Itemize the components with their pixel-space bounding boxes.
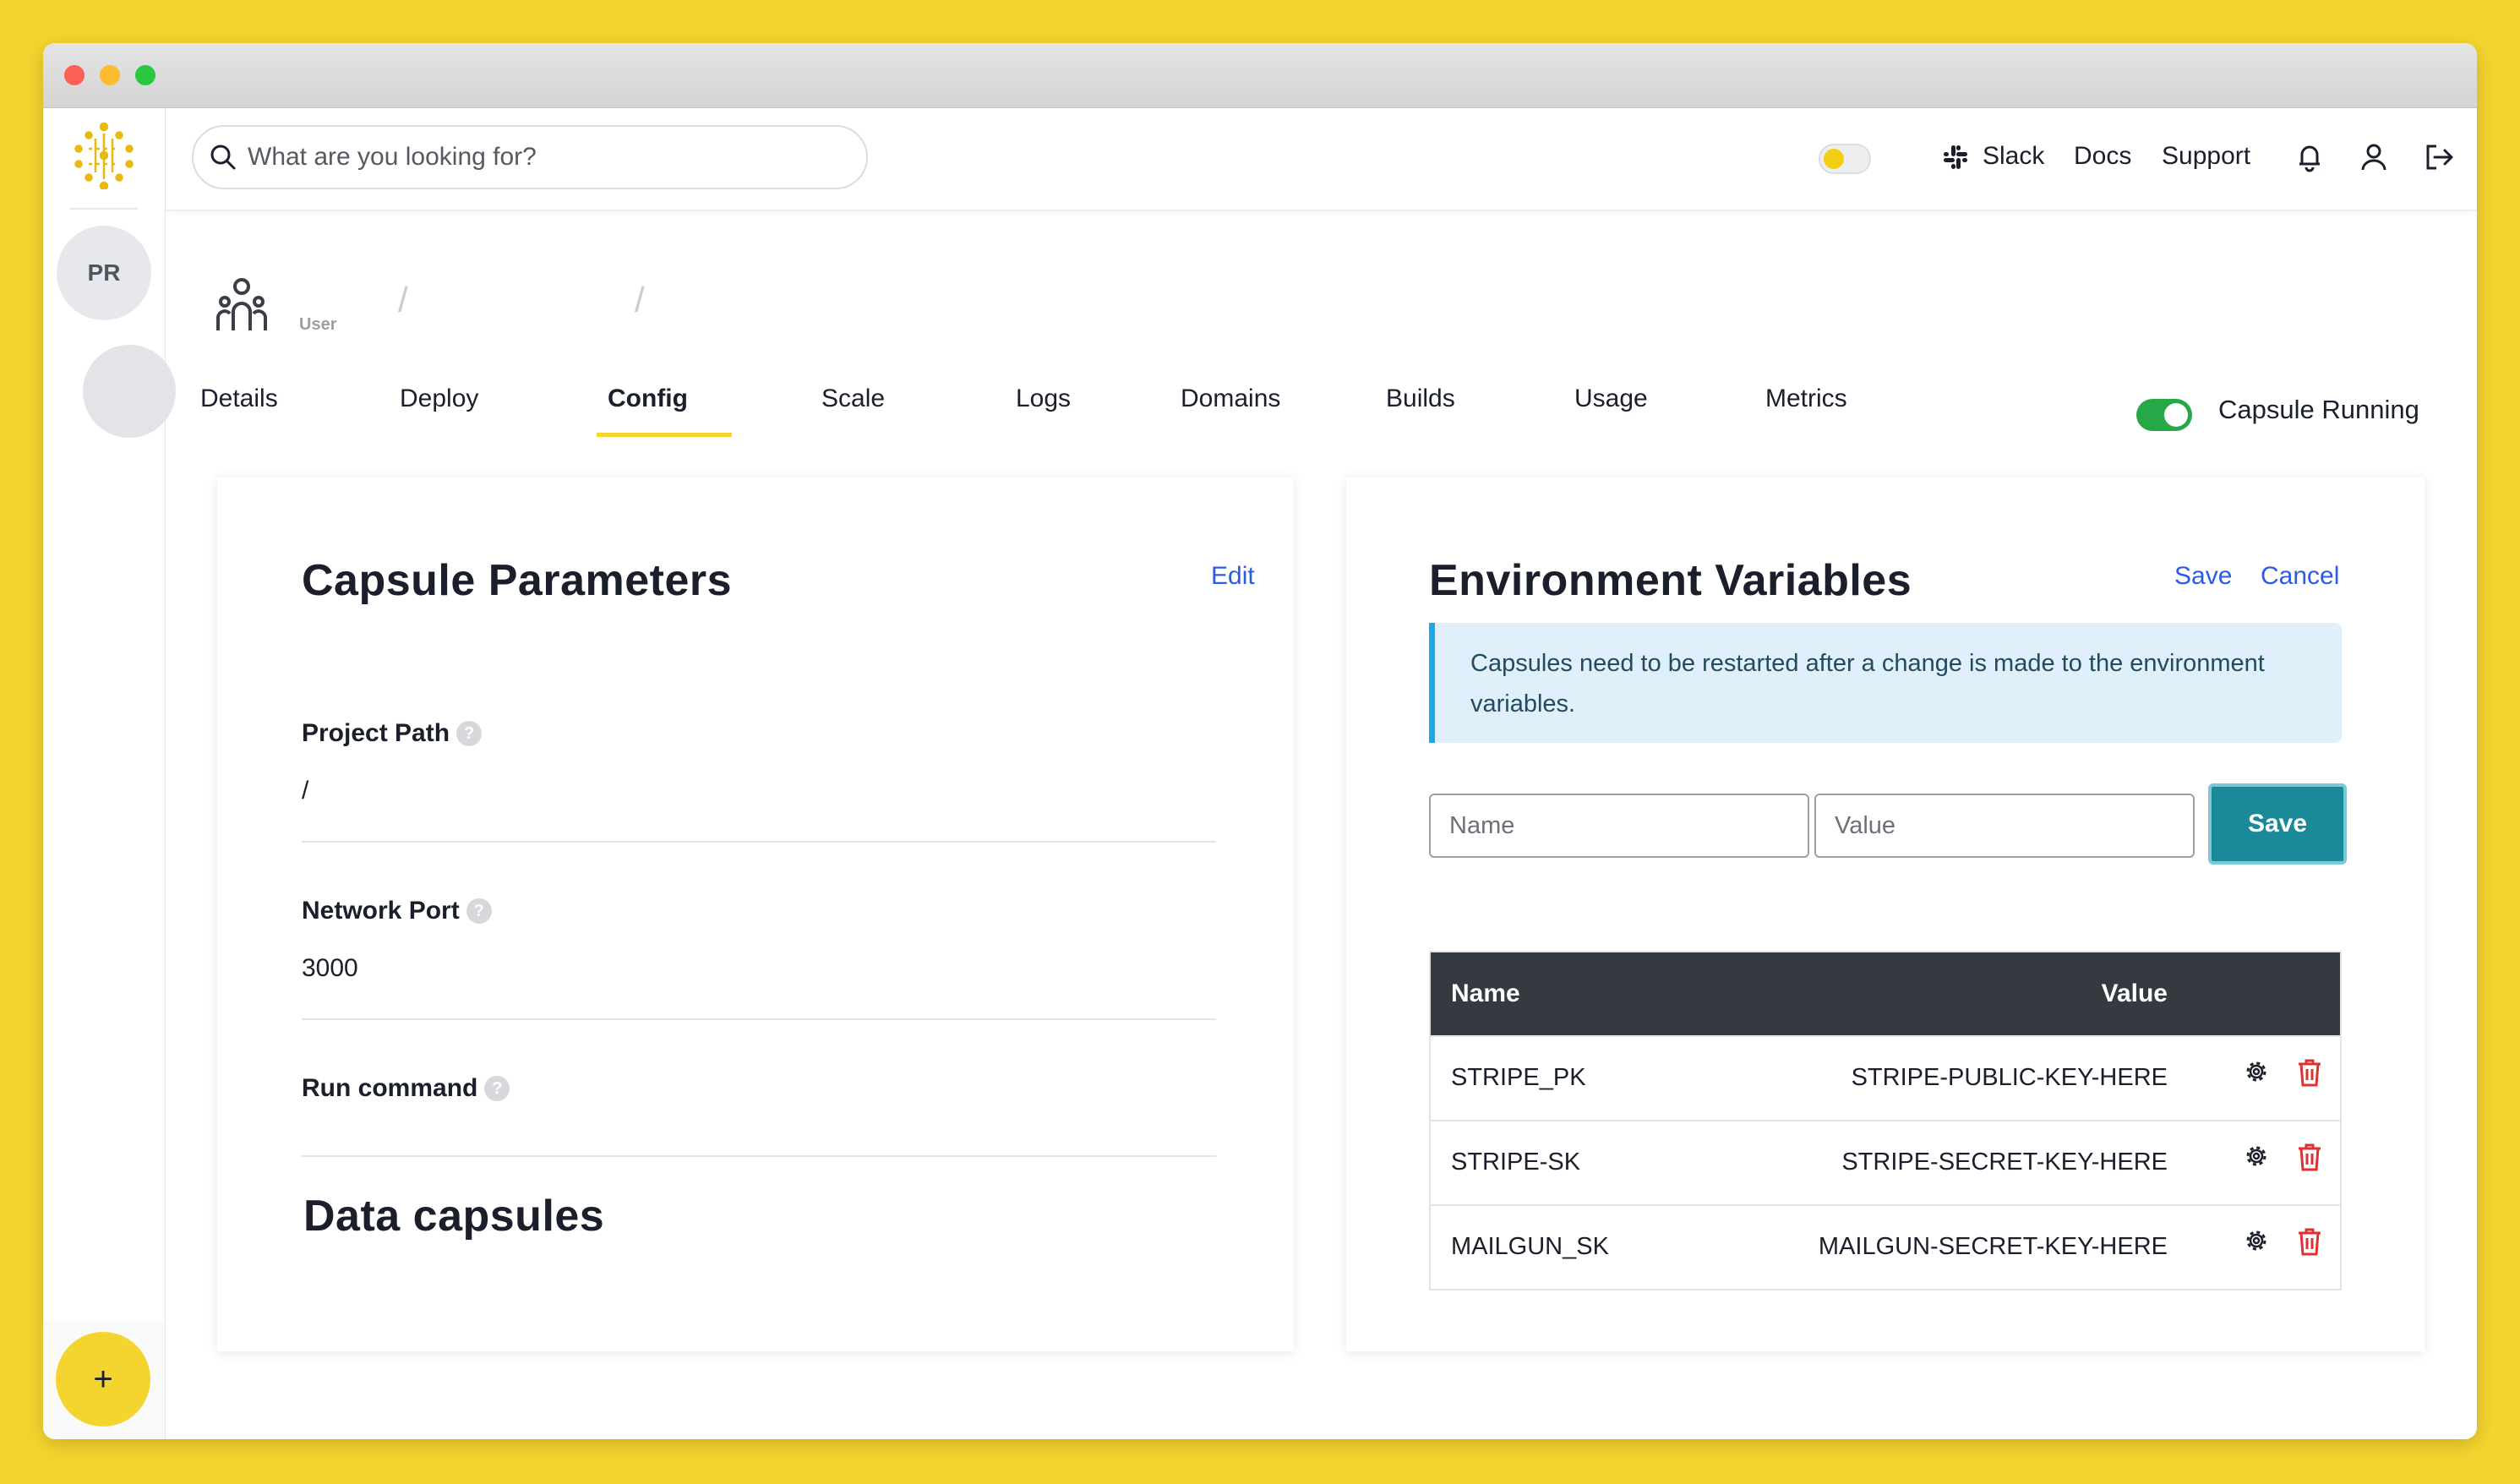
user-icon[interactable]: [2359, 142, 2388, 172]
environment-variables-title: Environment Variables: [1429, 556, 1912, 605]
trash-icon[interactable]: [2296, 1057, 2323, 1088]
sidebar-divider: [70, 208, 138, 210]
gear-icon[interactable]: [2242, 1226, 2271, 1255]
window-titlebar: [43, 43, 2477, 108]
table-header: Name Value: [1431, 952, 2340, 1035]
env-name-input[interactable]: [1429, 794, 1809, 858]
network-port-label-text: Network Port: [302, 897, 460, 925]
logout-icon[interactable]: [2424, 142, 2456, 172]
slack-icon[interactable]: [1942, 144, 1969, 171]
environment-variables-card: Environment Variables Save Cancel Capsul…: [1346, 477, 2425, 1351]
project-path-label: Project Path ?: [302, 719, 483, 748]
network-port-value: 3000: [302, 954, 358, 982]
run-command-label: Run command ?: [302, 1074, 510, 1103]
search-bar[interactable]: [192, 125, 868, 189]
run-command-label-text: Run command: [302, 1074, 478, 1102]
env-variables-table: Name Value STRIPE_PK STRIPE-PUBLIC-KEY-H…: [1429, 951, 2342, 1290]
divider: [302, 1155, 1216, 1157]
help-icon[interactable]: ?: [456, 721, 483, 746]
env-name-cell: STRIPE_PK: [1451, 1064, 1586, 1091]
breadcrumb-user-label: User: [299, 315, 337, 334]
tab-logs[interactable]: Logs: [1016, 385, 1071, 413]
env-name-cell: STRIPE-SK: [1451, 1148, 1581, 1176]
add-project-button[interactable]: +: [56, 1332, 150, 1427]
top-navigation-bar: Slack Docs Support: [166, 108, 2477, 211]
sidebar-capsule-item[interactable]: [83, 345, 176, 438]
env-value-cell: STRIPE-PUBLIC-KEY-HERE: [1851, 1064, 2168, 1091]
restart-info-alert: Capsules need to be restarted after a ch…: [1429, 623, 2342, 743]
tab-scale[interactable]: Scale: [821, 385, 885, 413]
gear-icon[interactable]: [2242, 1057, 2271, 1086]
table-row: STRIPE-SK STRIPE-SECRET-KEY-HERE: [1431, 1120, 2340, 1204]
trash-icon[interactable]: [2296, 1142, 2323, 1172]
plus-icon: +: [93, 1360, 113, 1398]
active-tab-indicator: [597, 433, 732, 437]
tab-builds[interactable]: Builds: [1386, 385, 1455, 413]
help-icon[interactable]: ?: [484, 1076, 510, 1101]
browser-window: PR + What are you looking for? Slack Doc…: [43, 43, 2477, 1439]
table-row: MAILGUN_SK MAILGUN-SECRET-KEY-HERE: [1431, 1204, 2340, 1289]
minimize-window-button[interactable]: [100, 65, 120, 85]
breadcrumb-separator: /: [398, 280, 408, 319]
support-link[interactable]: Support: [2162, 142, 2250, 171]
sidebar-footer: +: [43, 1321, 165, 1439]
close-window-button[interactable]: [64, 65, 85, 85]
tab-usage[interactable]: Usage: [1574, 385, 1648, 413]
help-icon[interactable]: ?: [466, 898, 492, 924]
slack-link[interactable]: Slack: [1983, 142, 2044, 171]
env-value-input[interactable]: [1814, 794, 2195, 858]
env-name-cell: MAILGUN_SK: [1451, 1233, 1609, 1260]
project-path-value: /: [302, 777, 309, 805]
sun-toggle-icon: [1824, 149, 1844, 169]
edit-parameters-link[interactable]: Edit: [1211, 562, 1255, 591]
data-capsules-title: Data capsules: [303, 1192, 605, 1241]
network-port-label: Network Port ?: [302, 897, 492, 925]
app-logo-icon[interactable]: [72, 122, 136, 191]
tab-domains[interactable]: Domains: [1181, 385, 1280, 413]
gear-icon[interactable]: [2242, 1142, 2271, 1170]
project-path-label-text: Project Path: [302, 719, 450, 747]
env-value-cell: MAILGUN-SECRET-KEY-HERE: [1818, 1233, 2168, 1260]
column-header-value: Value: [2101, 979, 2168, 1007]
capsule-parameters-card: Capsule Parameters Edit Project Path ? /…: [217, 477, 1294, 1351]
divider: [302, 841, 1216, 843]
divider: [302, 1018, 1216, 1020]
save-env-link[interactable]: Save: [2174, 562, 2232, 591]
trash-icon[interactable]: [2296, 1226, 2323, 1257]
column-header-name: Name: [1451, 979, 1520, 1007]
breadcrumb-separator: /: [635, 280, 645, 319]
avatar-initials: PR: [87, 259, 121, 286]
maximize-window-button[interactable]: [135, 65, 155, 85]
capsule-parameters-title: Capsule Parameters: [302, 556, 733, 605]
search-input[interactable]: [246, 142, 824, 172]
search-icon: [210, 145, 236, 170]
tab-details[interactable]: Details: [200, 385, 278, 413]
capsule-running-toggle[interactable]: [2136, 399, 2192, 431]
cancel-env-link[interactable]: Cancel: [2261, 562, 2339, 591]
bell-icon[interactable]: [2295, 142, 2324, 172]
docs-link[interactable]: Docs: [2074, 142, 2131, 171]
sidebar: PR +: [43, 108, 176, 1439]
add-env-save-button[interactable]: Save: [2208, 783, 2347, 865]
project-avatar[interactable]: PR: [57, 226, 151, 320]
env-value-cell: STRIPE-SECRET-KEY-HERE: [1841, 1148, 2168, 1176]
theme-toggle[interactable]: [1819, 144, 1871, 174]
capsule-running-label: Capsule Running: [2218, 395, 2419, 424]
team-icon: [216, 278, 267, 330]
toggle-knob: [2164, 403, 2188, 427]
tab-deploy[interactable]: Deploy: [400, 385, 478, 413]
table-row: STRIPE_PK STRIPE-PUBLIC-KEY-HERE: [1431, 1035, 2340, 1120]
alert-text: Capsules need to be restarted after a ch…: [1470, 650, 2265, 717]
tab-config[interactable]: Config: [608, 385, 688, 413]
tab-metrics[interactable]: Metrics: [1765, 385, 1847, 413]
